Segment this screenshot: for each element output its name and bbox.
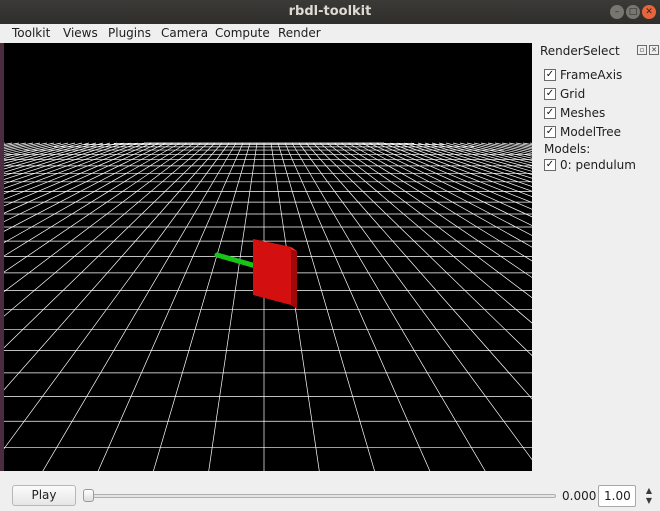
menu-toolkit[interactable]: Toolkit [12,26,50,40]
checkbox-label: FrameAxis [560,68,623,82]
time-slider-handle[interactable] [83,489,94,502]
grid-line [298,142,532,461]
grid-line [4,142,111,177]
grid-line [312,142,532,356]
checkmark-icon[interactable]: ✓ [544,126,556,138]
grid-line [277,142,375,471]
grid-line [4,142,174,232]
pendulum-mesh[interactable] [253,239,297,309]
grid-line [153,142,251,471]
checkmark-icon[interactable]: ✓ [544,159,556,171]
grid-line [42,142,237,471]
grid-line [4,142,181,244]
window-title: rbdl-toolkit [288,4,372,19]
grid-line [4,142,209,317]
checkmark-icon[interactable]: ✓ [544,107,556,119]
checkbox-label: ModelTree [560,125,622,139]
float-panel-icon[interactable]: ▫ [637,45,647,55]
menu-render[interactable]: Render [278,26,321,40]
checkbox-meshes[interactable]: ✓ Meshes [544,105,605,121]
menu-views[interactable]: Views [63,26,98,40]
grid-line [375,142,532,210]
checkbox-label: Grid [560,87,586,101]
grid-line [466,142,532,159]
spin-up-icon[interactable]: ▲ [642,486,656,496]
grid-line [473,142,532,157]
checkmark-icon[interactable]: ✓ [544,69,556,81]
grid-line [4,142,6,144]
grid-line [305,142,532,400]
menu-bar: Toolkit Views Plugins Camera Compute Ren… [0,24,660,43]
grid-line [4,142,48,153]
grid-line [319,142,532,324]
minimize-button[interactable]: – [610,5,624,19]
menu-plugins[interactable]: Plugins [108,26,151,40]
play-button[interactable]: Play [12,485,76,506]
grid-line [389,142,532,197]
checkbox-grid[interactable]: ✓ Grid [544,86,585,102]
grid-line [4,142,104,173]
grid-line [4,142,90,167]
grid-line [340,142,532,262]
grid-line [522,142,532,146]
checkmark-icon[interactable]: ✓ [544,88,556,100]
checkbox-modeltree[interactable]: ✓ ModelTree [544,124,621,140]
grid-line [4,142,230,450]
floor-grid [4,142,532,471]
checkbox-label: Meshes [560,106,606,120]
grid-line [487,142,532,153]
models-label: Models: [544,142,591,156]
grid-line [4,142,62,157]
grid-line [445,142,532,166]
grid-line [4,142,202,293]
pendulum-box-front [253,239,291,305]
grid-line [4,142,146,200]
menu-camera[interactable]: Camera [161,26,208,40]
grid-line [4,142,55,155]
grid-line [4,142,195,273]
maximize-button[interactable]: □ [626,5,640,19]
grid-line [4,142,167,222]
time-value: 0.000 [562,489,597,503]
grid-line [4,142,188,257]
grid-line [410,142,532,183]
grid-line [4,142,83,164]
grid-line [396,142,532,192]
grid-line [382,142,532,203]
grid-line [4,142,20,147]
checkbox-label: 0: pendulum [560,158,636,172]
grid-line [438,142,532,169]
playback-bar: Play 0.000 1.00 ▲ ▼ [0,471,660,511]
pendulum-box-side [291,247,297,309]
checkbox-model-pendulum[interactable]: ✓ 0: pendulum [544,157,636,173]
spin-down-icon[interactable]: ▼ [642,496,656,506]
close-panel-icon[interactable]: ✕ [649,45,659,55]
3d-viewport[interactable] [4,43,532,471]
grid-line [270,142,320,471]
checkbox-frameaxis[interactable]: ✓ FrameAxis [544,67,622,83]
title-bar: rbdl-toolkit – □ ✕ [0,0,660,24]
grid-line [4,142,132,189]
render-select-panel: RenderSelect ▫ ✕ ✓ FrameAxis ✓ Grid ✓ Me… [532,43,660,471]
grid-line [208,142,258,471]
speed-spinbox[interactable]: 1.00 [598,485,636,507]
close-button[interactable]: ✕ [642,5,656,19]
panel-title: RenderSelect [540,44,620,58]
scene-canvas[interactable] [4,43,532,471]
grid-line [424,142,532,175]
time-slider-track[interactable] [86,494,556,498]
menu-compute[interactable]: Compute [215,26,270,40]
grid-line [291,142,486,471]
grid-line [515,142,532,147]
grid-line [4,142,153,207]
